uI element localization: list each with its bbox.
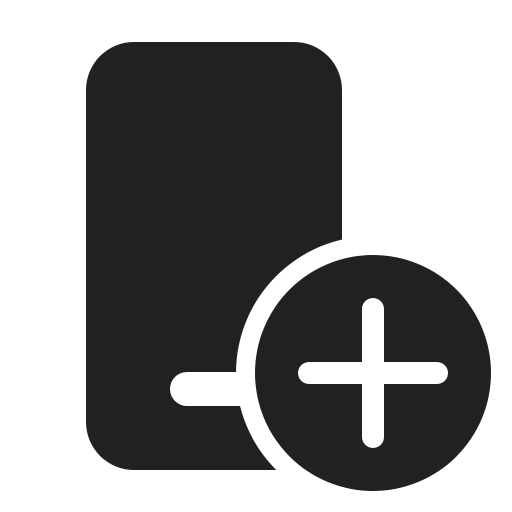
- phone-add-icon-svg: [86, 42, 491, 491]
- phone-add-icon: [0, 0, 512, 512]
- phone-home-bar: [170, 372, 260, 406]
